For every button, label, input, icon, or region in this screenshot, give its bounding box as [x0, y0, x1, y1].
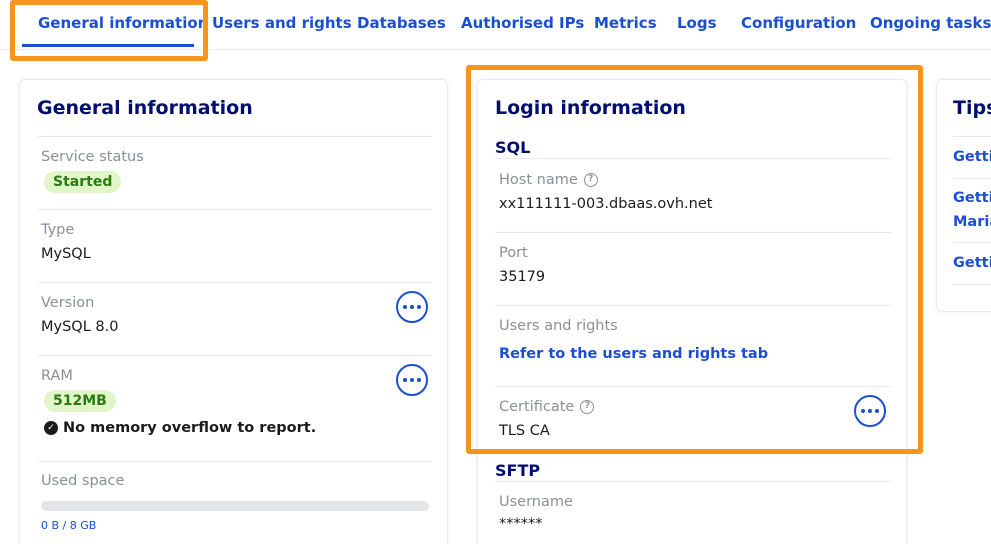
- version-label: Version: [41, 295, 95, 311]
- divider: [953, 242, 991, 243]
- divider: [953, 284, 991, 285]
- tab-authorised-ips[interactable]: Authorised IPs: [461, 14, 584, 32]
- divider: [953, 178, 991, 179]
- ram-label: RAM: [41, 368, 73, 384]
- dot-icon: [417, 305, 421, 309]
- tips-card: Tips Gettir Gettir Maria Gettir: [936, 79, 991, 312]
- dot-icon: [410, 305, 414, 309]
- dot-icon: [410, 378, 414, 382]
- used-space-text: 0 B / 8 GB: [41, 519, 97, 532]
- general-information-title: General information: [37, 97, 253, 119]
- dot-icon: [403, 305, 407, 309]
- tips-link-2[interactable]: Gettir: [953, 190, 991, 206]
- tab-configuration[interactable]: Configuration: [741, 14, 856, 32]
- used-space-label: Used space: [41, 473, 125, 489]
- version-value: MySQL 8.0: [41, 319, 119, 335]
- tab-ongoing-tasks[interactable]: Ongoing tasks: [870, 14, 991, 32]
- type-label: Type: [41, 222, 75, 238]
- dot-icon: [403, 378, 407, 382]
- divider: [38, 136, 432, 137]
- used-space-progress-bar: [41, 501, 429, 511]
- tab-highlight-annotation: [10, 0, 208, 61]
- tips-link-1[interactable]: Gettir: [953, 149, 991, 165]
- tab-logs[interactable]: Logs: [677, 14, 717, 32]
- ram-badge: 512MB: [44, 390, 116, 412]
- ram-note-text: No memory overflow to report.: [63, 420, 317, 436]
- service-status-badge: Started: [44, 171, 122, 193]
- tips-title: Tips: [953, 97, 991, 119]
- username-label: Username: [499, 494, 573, 510]
- login-highlight-annotation: [466, 65, 923, 454]
- tab-metrics[interactable]: Metrics: [594, 14, 657, 32]
- username-value: ******: [499, 516, 543, 532]
- ram-actions-button[interactable]: [396, 364, 428, 396]
- divider: [38, 282, 432, 283]
- general-information-card: General information Service status Start…: [19, 79, 448, 544]
- tips-link-3[interactable]: Gettir: [953, 255, 991, 271]
- divider: [38, 461, 432, 462]
- service-status-label: Service status: [41, 149, 144, 165]
- divider: [495, 481, 891, 482]
- version-actions-button[interactable]: [396, 291, 428, 323]
- check-circle-icon: ✓: [44, 421, 58, 435]
- sftp-section-title: SFTP: [495, 461, 541, 480]
- type-value: MySQL: [41, 246, 91, 262]
- divider: [38, 355, 432, 356]
- tab-databases[interactable]: Databases: [357, 14, 446, 32]
- tab-users-and-rights[interactable]: Users and rights: [212, 14, 352, 32]
- tips-link-2-line-2[interactable]: Maria: [953, 214, 991, 230]
- dot-icon: [417, 378, 421, 382]
- divider: [38, 209, 432, 210]
- divider: [953, 136, 991, 137]
- ram-note: ✓ No memory overflow to report.: [44, 420, 316, 436]
